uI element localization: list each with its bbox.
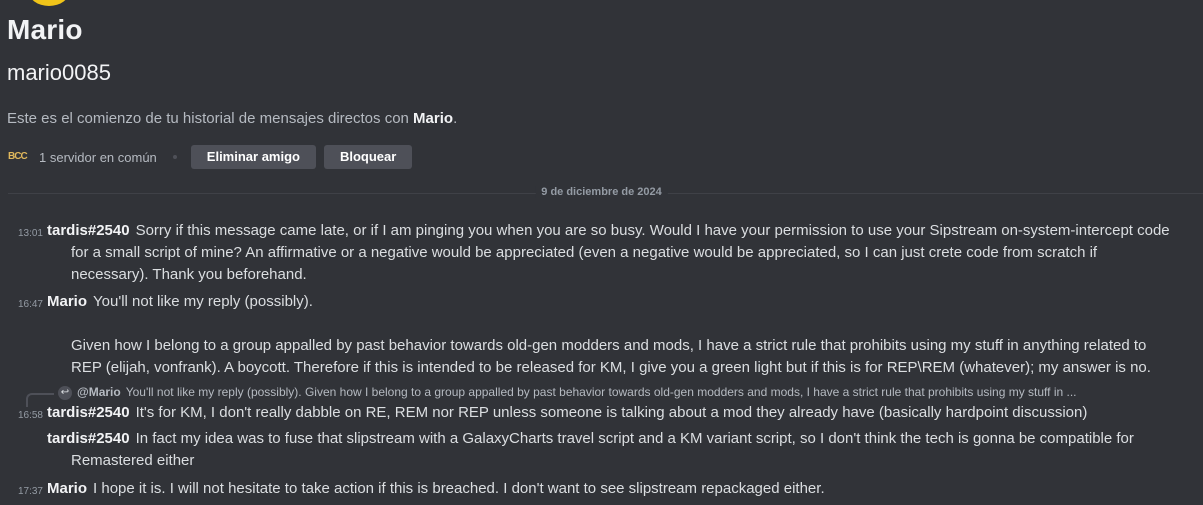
profile-actions: BCC 1 servidor en común Eliminar amigo B… (8, 145, 420, 169)
mutual-servers-link[interactable]: 1 servidor en común (39, 150, 157, 165)
profile-name: Mario (7, 14, 83, 45)
message-author[interactable]: Mario (47, 293, 87, 310)
dm-channel: Mario mario0085 Este es el comienzo de t… (0, 0, 1203, 505)
message-text: In fact my idea was to fuse that slipstr… (135, 430, 1134, 447)
message-author[interactable]: tardis#2540 (47, 404, 130, 421)
message-timestamp[interactable]: 16:58 (0, 410, 43, 421)
message-first-line: Mario You'll not like my reply (possibly)… (47, 291, 1179, 313)
message-text: It's for KM, I don't really dabble on RE… (135, 404, 1088, 421)
message-author[interactable]: Mario (47, 480, 87, 497)
profile-handle: mario0085 (7, 60, 111, 85)
message-text: REP (elijah, vonfrank). A boycott. There… (71, 359, 1151, 376)
message-text: You'll not like my reply (possibly). (93, 293, 313, 310)
avatar[interactable] (28, 0, 70, 6)
message-text: for a small script of mine? An affirmati… (71, 244, 1098, 261)
message-text: I hope it is. I will not hesitate to tak… (93, 480, 825, 497)
message-first-line: tardis#2540 It's for KM, I don't really d… (47, 402, 1179, 424)
reply-arrow-icon: ↩ (58, 386, 72, 400)
message-text: necessary). Thank you beforehand. (71, 266, 307, 283)
message-author[interactable]: tardis#2540 (47, 430, 130, 447)
server-icon[interactable]: BCC (8, 147, 30, 167)
message-text: Remastered either (71, 452, 195, 469)
message-text: Sorry if this message came late, or if I… (135, 222, 1170, 239)
intro-suffix: . (453, 110, 458, 127)
message-timestamp[interactable]: 17:37 (0, 486, 43, 497)
intro-prefix: Este es el comienzo de tu historial de m… (7, 110, 414, 127)
message-first-line: Mario I hope it is. I will not hesitate t… (47, 478, 1179, 500)
date-divider-label: 9 de diciembre de 2024 (535, 186, 668, 198)
message-text: Given how I belong to a group appalled b… (71, 337, 1147, 354)
message-first-line: tardis#2540 Sorry if this message came la… (47, 220, 1179, 242)
block-button[interactable]: Bloquear (323, 145, 413, 169)
remove-friend-button[interactable]: Eliminar amigo (190, 145, 316, 169)
separator-dot (172, 155, 177, 159)
message-timestamp[interactable]: 16:47 (0, 299, 43, 310)
dm-intro-text: Este es el comienzo de tu historial de m… (7, 110, 457, 127)
message-first-line: tardis#2540 In fact my idea was to fuse t… (47, 428, 1179, 450)
reply-preview-text: You'll not like my reply (possibly). Giv… (125, 385, 1077, 399)
intro-name: Mario (413, 110, 454, 127)
message-timestamp[interactable]: 13:01 (0, 228, 43, 239)
reply-preview[interactable]: @Mario You'll not like my reply (possibly… (77, 385, 1177, 399)
message-author[interactable]: tardis#2540 (47, 222, 130, 239)
reply-mention[interactable]: @Mario (77, 385, 121, 399)
